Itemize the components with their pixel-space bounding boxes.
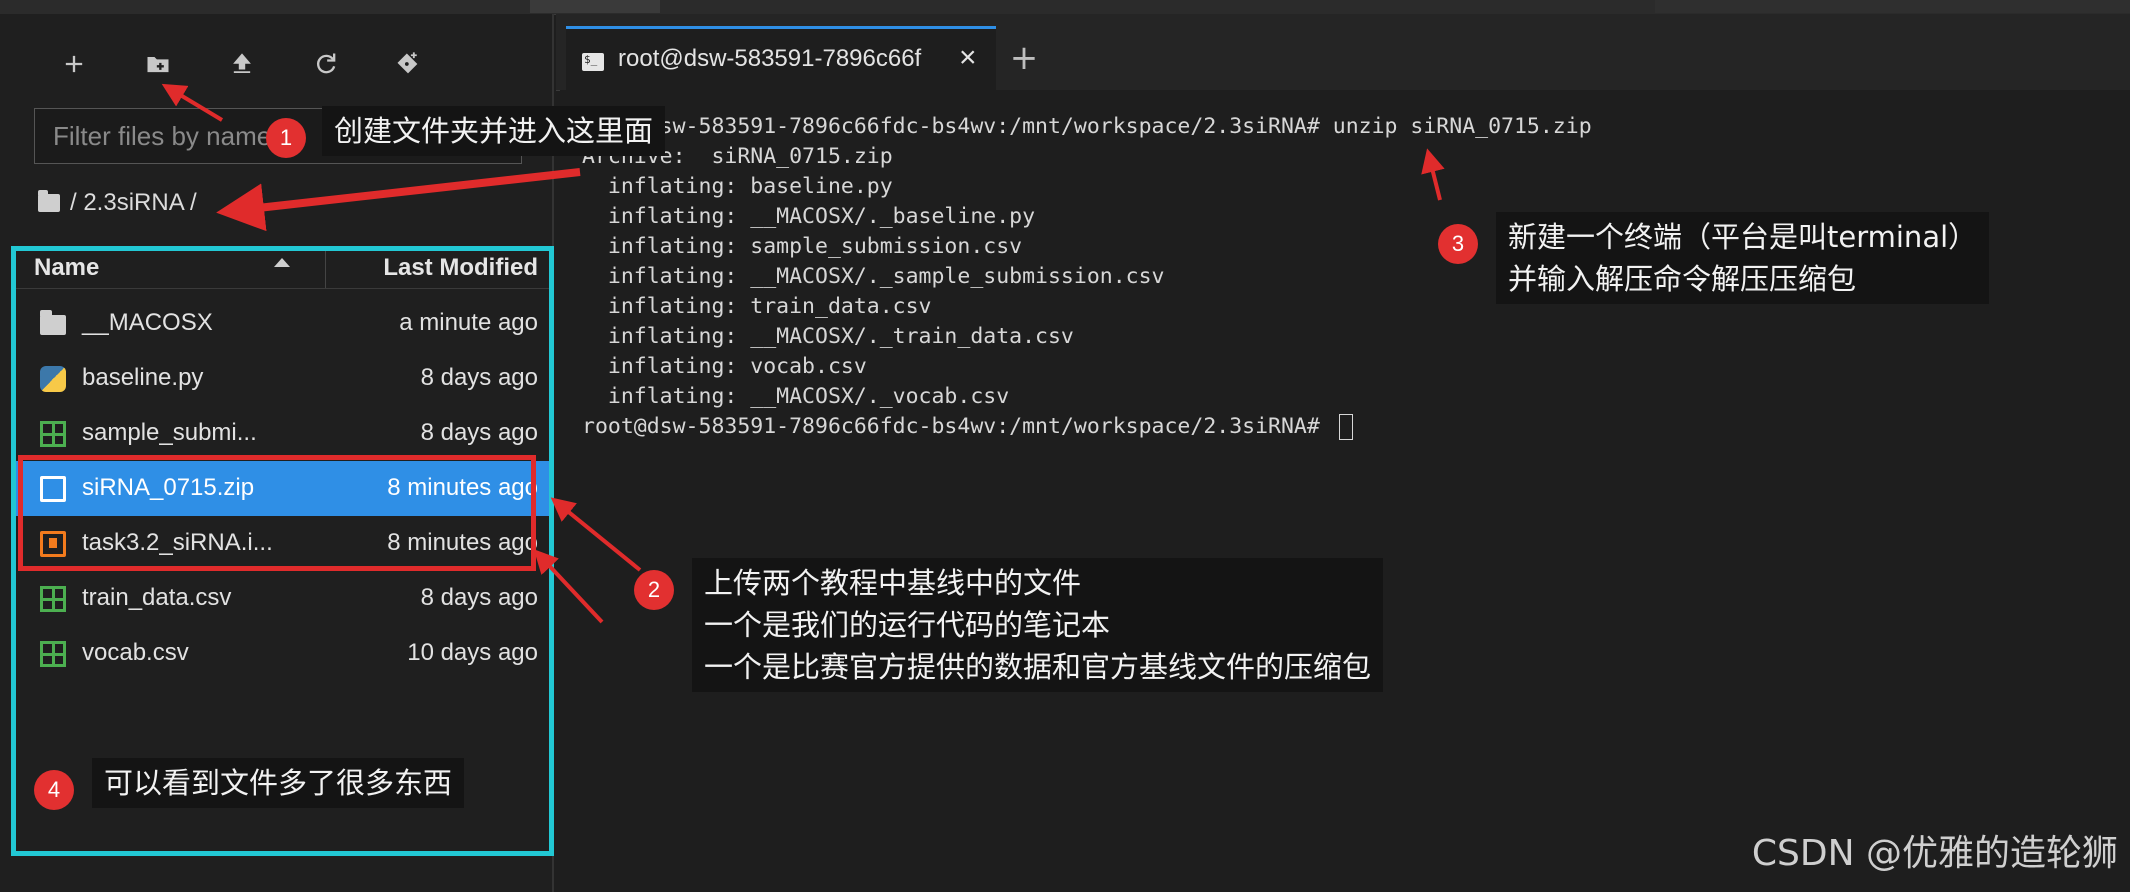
file-row[interactable]: sample_submi... 8 days ago (14, 406, 554, 461)
terminal-line: inflating: train_data.csv (582, 294, 932, 319)
plus-icon: + (1009, 38, 1039, 78)
file-name: vocab.csv (82, 639, 189, 666)
csv-file-icon (40, 641, 66, 667)
terminal-line: root@dsw-583591-7896c66fdc-bs4wv:/mnt/wo… (582, 114, 1592, 139)
refresh-icon (317, 53, 336, 74)
terminal-line: inflating: baseline.py (582, 174, 893, 199)
column-modified-header[interactable]: Last Modified (383, 254, 538, 282)
terminal-output[interactable]: root@dsw-583591-7896c66fdc-bs4wv:/mnt/wo… (582, 112, 1592, 442)
file-row[interactable]: task3.2_siRNA.i... 8 minutes ago (14, 516, 554, 571)
terminal-view[interactable]: root@dsw-583591-7896c66fdc-bs4wv:/mnt/wo… (560, 90, 2130, 892)
file-list-header: Name Last Modified (14, 248, 554, 289)
tab-label: root@dsw-583591-7896c66f (618, 45, 922, 72)
file-row[interactable]: baseline.py 8 days ago (14, 351, 554, 406)
annotation-note-1: 创建文件夹并进入这里面 (322, 106, 666, 156)
tab-terminal[interactable]: root@dsw-583591-7896c66f × (566, 26, 996, 90)
annotation-badge-3: 3 (1438, 224, 1478, 264)
file-modified: a minute ago (399, 309, 538, 336)
file-row[interactable]: train_data.csv 8 days ago (14, 571, 554, 626)
file-modified: 8 days ago (420, 364, 538, 391)
upload-button[interactable] (220, 42, 264, 86)
file-browser-toolbar (0, 14, 552, 100)
upload-icon (233, 53, 251, 74)
terminal-line: inflating: vocab.csv (582, 354, 867, 379)
annotation-note-3: 新建一个终端（平台是叫terminal） 并输入解压命令解压压缩包 (1496, 212, 1990, 304)
terminal-line: inflating: __MACOSX/._train_data.csv (582, 324, 1074, 349)
terminal-line: inflating: __MACOSX/._sample_submission.… (582, 264, 1165, 289)
tab-bar: root@dsw-583591-7896c66f × + (556, 14, 2130, 91)
folder-icon (38, 190, 60, 212)
git-icon (397, 52, 418, 74)
column-divider[interactable] (325, 248, 326, 288)
file-name: __MACOSX (82, 309, 213, 336)
annotation-badge-2: 2 (634, 570, 674, 610)
file-row-selected[interactable]: siRNA_0715.zip 8 minutes ago (14, 461, 554, 516)
terminal-line: root@dsw-583591-7896c66fdc-bs4wv:/mnt/wo… (582, 414, 1333, 439)
file-name: siRNA_0715.zip (82, 474, 255, 501)
close-icon[interactable]: × (959, 41, 977, 75)
csv-file-icon (40, 421, 66, 447)
annotation-note-4: 可以看到文件多了很多东西 (92, 758, 465, 808)
new-launcher-button[interactable] (52, 42, 96, 86)
terminal-line: inflating: sample_submission.csv (582, 234, 1023, 259)
file-row[interactable]: vocab.csv 10 days ago (14, 626, 554, 681)
csv-file-icon (40, 586, 66, 612)
plus-icon (65, 55, 83, 73)
annotation-badge-1: 1 (266, 118, 306, 158)
file-name: task3.2_siRNA.i... (82, 529, 273, 556)
file-modified: 8 days ago (420, 419, 538, 446)
new-folder-icon (147, 57, 169, 73)
file-name: sample_submi... (82, 419, 257, 446)
file-name: train_data.csv (82, 584, 232, 611)
file-name: baseline.py (82, 364, 204, 391)
annotation-badge-4: 4 (34, 770, 74, 810)
terminal-line: inflating: __MACOSX/._vocab.csv (582, 384, 1010, 409)
breadcrumb-path[interactable]: / 2.3siRNA / (70, 189, 197, 217)
new-folder-button[interactable] (136, 42, 180, 86)
python-file-icon (40, 366, 66, 392)
file-icon (40, 476, 66, 502)
top-strip (0, 0, 2130, 15)
annotation-note-2: 上传两个教程中基线中的文件 一个是我们的运行代码的笔记本 一个是比赛官方提供的数… (692, 558, 1384, 692)
breadcrumb[interactable]: / 2.3siRNA / (38, 186, 197, 220)
sort-ascending-icon[interactable] (274, 258, 290, 267)
terminal-line: inflating: __MACOSX/._baseline.py (582, 204, 1036, 229)
file-modified: 10 days ago (407, 639, 538, 666)
refresh-button[interactable] (304, 42, 348, 86)
notebook-icon (40, 531, 66, 557)
folder-icon (40, 310, 66, 335)
file-modified: 8 days ago (420, 584, 538, 611)
terminal-icon (582, 53, 604, 71)
file-modified: 8 minutes ago (387, 529, 538, 556)
new-tab-button[interactable]: + (998, 26, 1050, 90)
terminal-cursor (1338, 414, 1353, 440)
column-name-header[interactable]: Name (34, 254, 99, 282)
file-row[interactable]: __MACOSX a minute ago (14, 296, 554, 351)
watermark: CSDN @优雅的造轮狮 (1751, 833, 2118, 874)
file-modified: 8 minutes ago (387, 474, 538, 501)
git-clone-button[interactable] (386, 42, 430, 86)
